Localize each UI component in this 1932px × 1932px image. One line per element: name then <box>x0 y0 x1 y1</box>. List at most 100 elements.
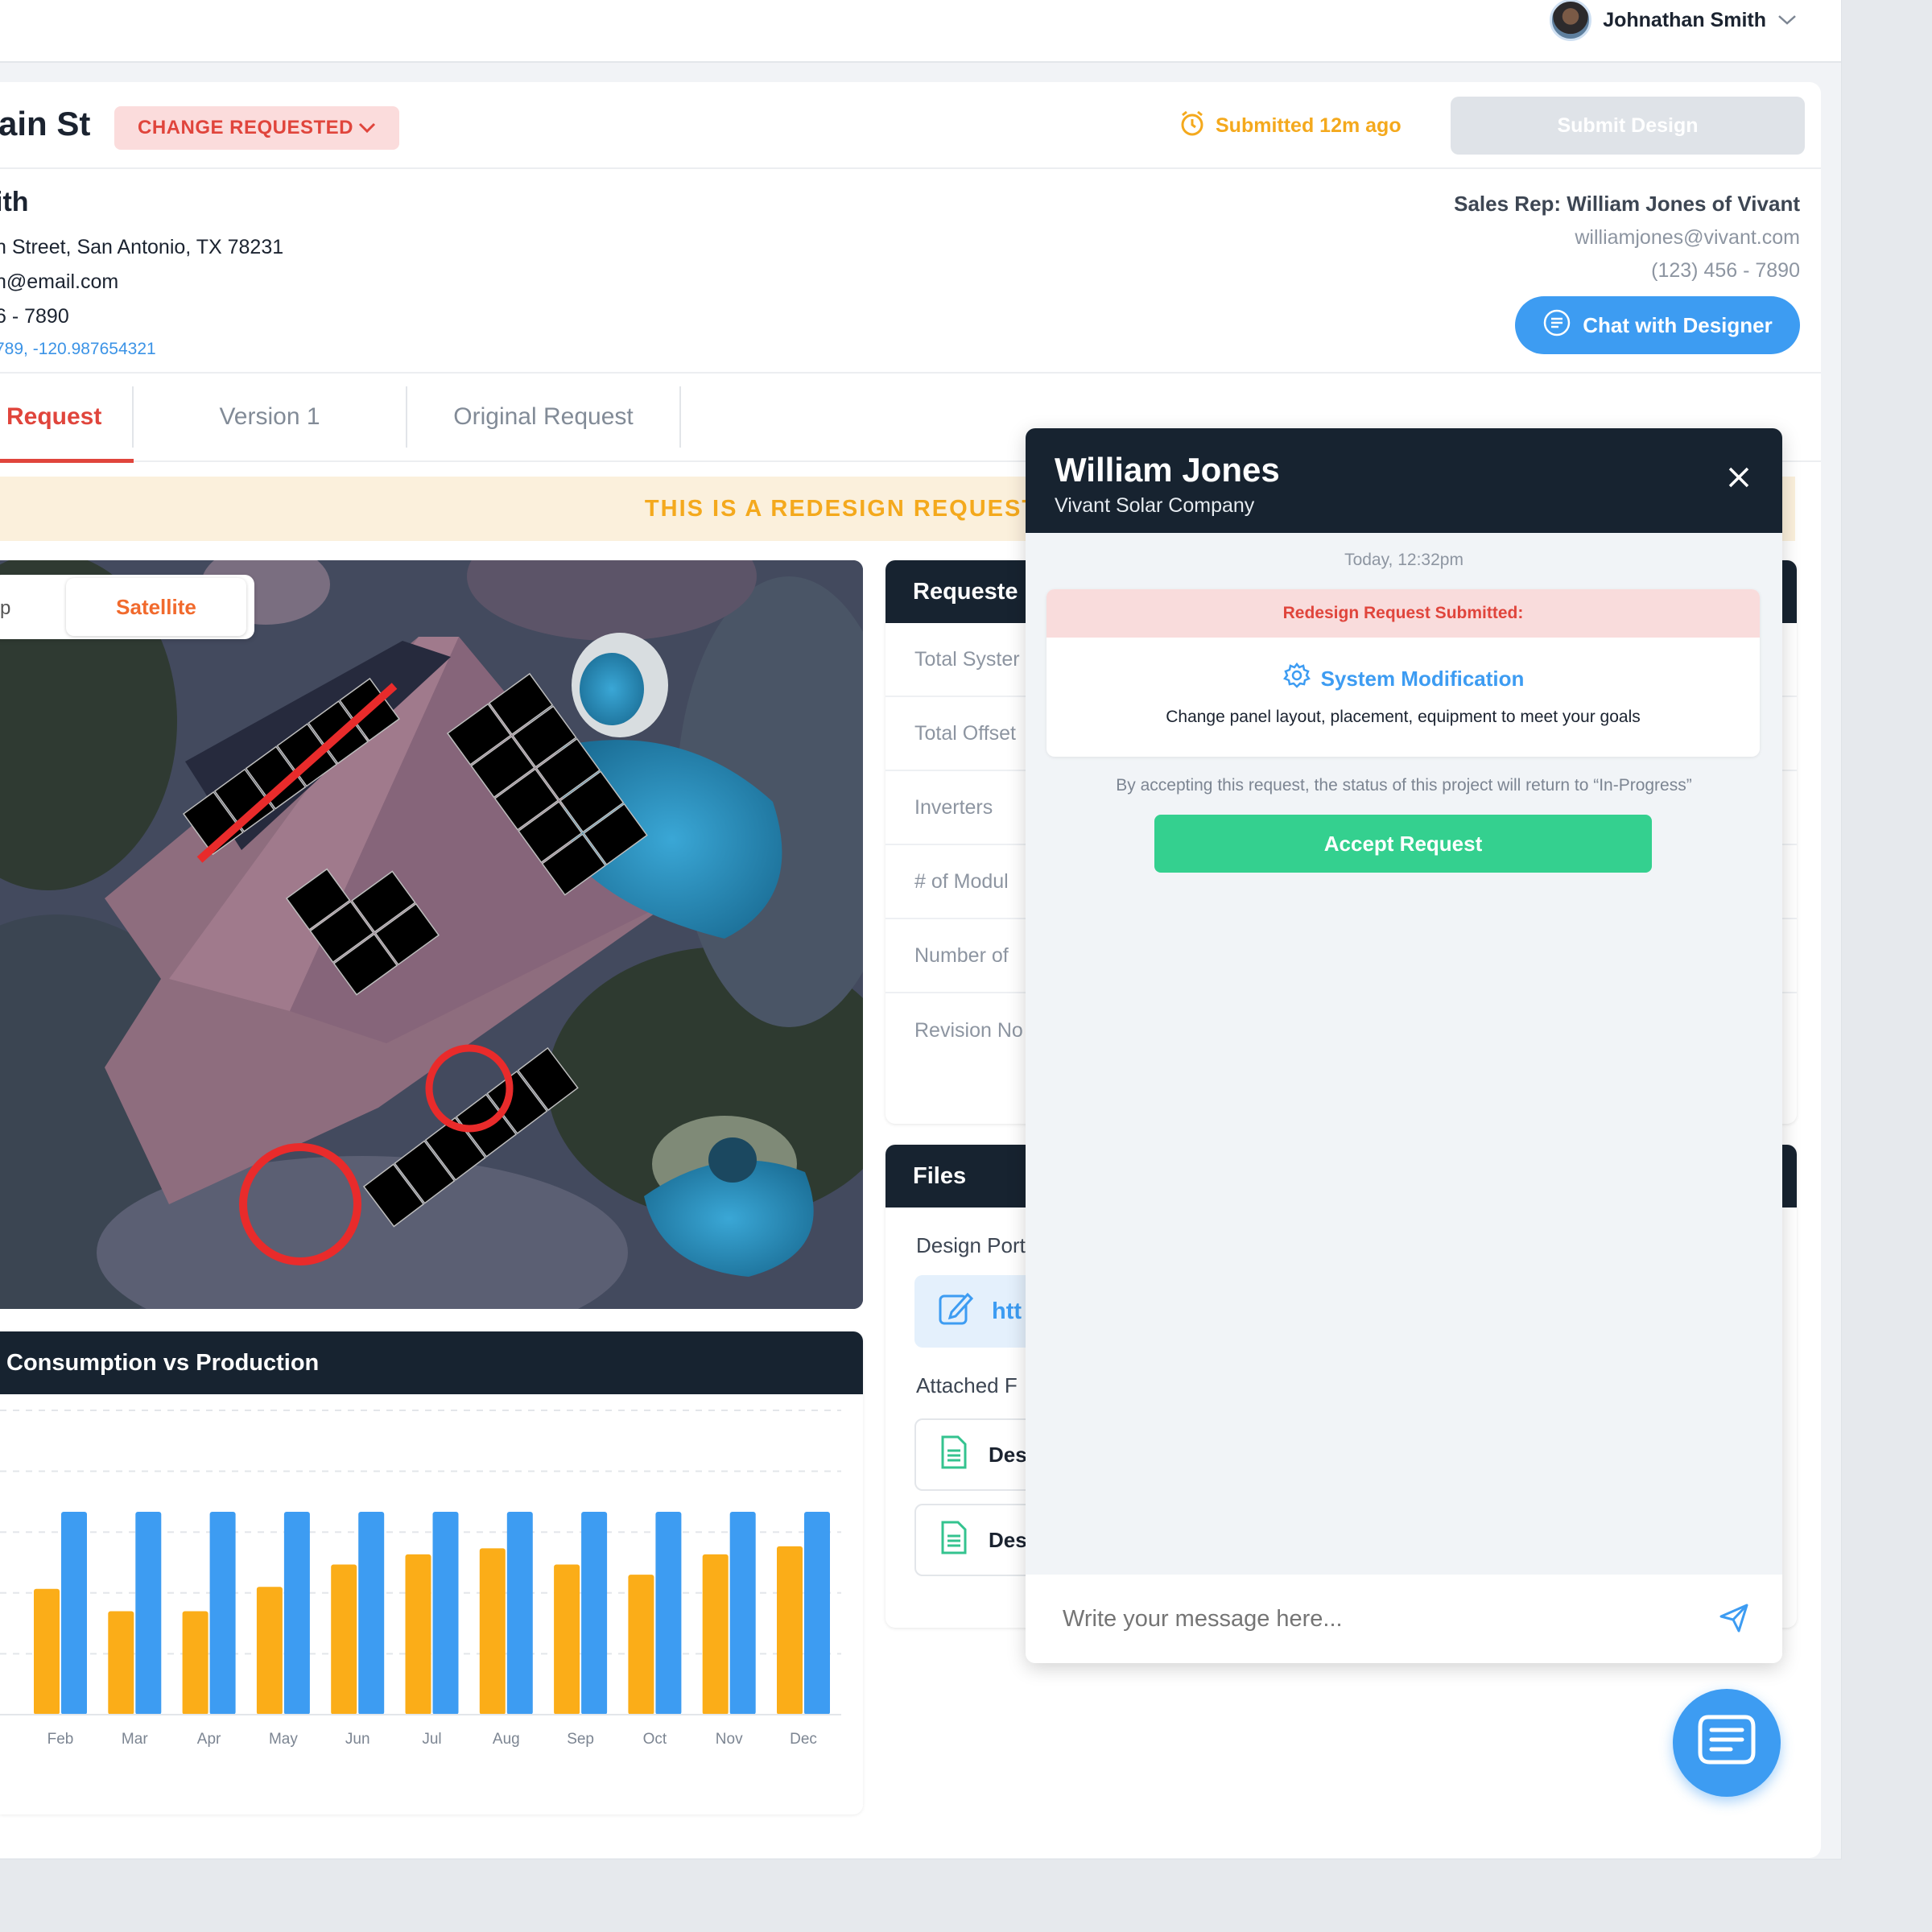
chart-bar <box>358 1512 385 1715</box>
x-tick-label: Sep <box>567 1731 594 1748</box>
submitted-time: Submitted 12m ago <box>1179 109 1402 142</box>
design-portal-label: Design Port <box>916 1233 1026 1257</box>
chat-icon <box>1542 308 1571 343</box>
chart-bar <box>61 1512 87 1715</box>
customer-name: ith <box>0 187 29 217</box>
sales-rep-title: Sales Rep: William Jones of Vivant <box>1454 192 1800 216</box>
x-tick-label: Apr <box>197 1731 221 1748</box>
chevron-down-icon <box>358 117 376 139</box>
edit-icon <box>937 1290 974 1333</box>
chart-bar <box>405 1554 431 1715</box>
top-bar: Johnathan Smith <box>0 0 1841 63</box>
x-tick-label: Dec <box>790 1731 817 1748</box>
tab-version-1[interactable]: Version 1 <box>134 386 407 448</box>
active-tab-indicator <box>0 459 134 463</box>
sales-rep-info: Sales Rep: William Jones of Vivant willi… <box>1454 192 1800 283</box>
chart-bar <box>777 1546 803 1715</box>
customer-address: n Street, San Antonio, TX 78231 <box>0 236 284 258</box>
consumption-chart: Feb Mar Apr May Jun Jul Aug Sep Oct Nov Dec <box>0 1410 841 1748</box>
status-dropdown[interactable]: CHANGE REQUESTED <box>114 106 399 150</box>
chart-bar <box>256 1587 283 1715</box>
accept-request-button[interactable]: Accept Request <box>1154 815 1652 873</box>
redesign-request-message: Redesign Request Submitted: System Modif… <box>1046 589 1760 757</box>
chart-bar <box>581 1512 608 1715</box>
customer-email: h@email.com <box>0 270 119 293</box>
chat-panel: William Jones Vivant Solar Company Today… <box>1026 428 1782 1663</box>
tab-request[interactable]: Request <box>0 386 134 448</box>
chart-bar <box>479 1548 506 1715</box>
chart-bar <box>432 1512 459 1715</box>
attached-file-name: Des <box>989 1527 1027 1552</box>
consumption-chart-card: Consumption vs Production Feb Mar Apr May Ju… <box>0 1331 863 1814</box>
chat-input-bar <box>1026 1575 1782 1663</box>
chart-bar <box>554 1564 580 1715</box>
message-input[interactable] <box>1063 1605 1674 1633</box>
chart-bar <box>506 1512 533 1715</box>
chat-fab-button[interactable] <box>1673 1689 1781 1797</box>
document-icon <box>940 1520 968 1561</box>
satellite-map[interactable]: p Satellite <box>0 560 863 1309</box>
chart-bar <box>331 1564 357 1715</box>
chart-bar <box>804 1512 830 1715</box>
message-timestamp: Today, 12:32pm <box>1344 551 1463 569</box>
send-icon[interactable] <box>1718 1602 1750 1638</box>
chart-bar <box>182 1611 208 1715</box>
chart-title: Consumption vs Production <box>0 1331 863 1394</box>
x-tick-label: Nov <box>716 1731 743 1748</box>
document-icon <box>940 1435 968 1476</box>
gear-icon <box>1282 662 1311 696</box>
chat-with-designer-button[interactable]: Chat with Designer <box>1515 296 1800 354</box>
accept-note: By accepting this request, the status of… <box>1116 776 1692 795</box>
close-icon[interactable] <box>1723 464 1755 496</box>
map-view-toggle: p Satellite <box>0 575 254 639</box>
message-title: System Modification <box>1320 667 1525 691</box>
message-header: Redesign Request Submitted: <box>1046 589 1760 638</box>
attached-file-name: Des <box>989 1442 1027 1467</box>
chart-bar <box>283 1512 310 1715</box>
customer-info: ith n Street, San Antonio, TX 78231 h@em… <box>0 187 283 359</box>
chart-bar <box>628 1575 654 1715</box>
x-tick-label: Aug <box>493 1731 520 1748</box>
map-view-option[interactable]: p <box>0 597 10 620</box>
x-tick-label: Jun <box>345 1731 370 1748</box>
chat-icon <box>1695 1712 1758 1774</box>
sales-rep-phone: (123) 456 - 7890 <box>1651 259 1800 282</box>
chat-header: William Jones Vivant Solar Company <box>1026 428 1782 533</box>
chart-bar <box>135 1512 162 1715</box>
project-street: ain St <box>0 105 91 142</box>
sales-rep-email: williamjones@vivant.com <box>1575 226 1800 249</box>
customer-coordinates[interactable]: 789, -120.987654321 <box>0 340 283 359</box>
x-tick-label: Oct <box>643 1731 667 1748</box>
user-name: Johnathan Smith <box>1603 8 1766 31</box>
project-header: ain St CHANGE REQUESTED Submitted 12m ag… <box>0 82 1821 169</box>
customer-phone: 6 - 7890 <box>0 305 69 328</box>
tab-original-request[interactable]: Original Request <box>407 386 681 448</box>
message-title-row: System Modification <box>1046 662 1760 696</box>
user-menu[interactable]: Johnathan Smith <box>1550 0 1797 41</box>
alarm-clock-icon <box>1179 109 1206 142</box>
avatar[interactable] <box>1550 0 1592 41</box>
x-tick-label: Jul <box>422 1731 441 1748</box>
chart-bar <box>209 1512 236 1715</box>
chat-contact-company: Vivant Solar Company <box>1055 494 1255 517</box>
chat-with-designer-label: Chat with Designer <box>1583 312 1773 337</box>
chart-bar <box>729 1512 756 1715</box>
satellite-view-option[interactable]: Satellite <box>66 578 246 636</box>
submit-design-button[interactable]: Submit Design <box>1451 97 1805 155</box>
status-label: CHANGE REQUESTED <box>137 117 354 138</box>
submitted-text: Submitted 12m ago <box>1216 114 1402 137</box>
x-tick-label: Mar <box>122 1731 148 1748</box>
x-tick-label: May <box>269 1731 298 1748</box>
x-tick-label: Feb <box>47 1731 74 1748</box>
chart-bar <box>108 1611 134 1715</box>
redesign-banner-text: THIS IS A REDESIGN REQUEST <box>644 495 1038 522</box>
chevron-down-icon[interactable] <box>1777 10 1797 31</box>
chart-bar <box>34 1588 60 1715</box>
chat-contact-name: William Jones <box>1055 451 1280 489</box>
design-portal-url: htt <box>992 1298 1022 1324</box>
chart-bar <box>702 1554 729 1715</box>
attached-files-label: Attached F <box>916 1373 1018 1397</box>
chart-bar <box>655 1512 682 1715</box>
satellite-image <box>0 560 863 1309</box>
message-description: Change panel layout, placement, equipmen… <box>1166 708 1641 726</box>
